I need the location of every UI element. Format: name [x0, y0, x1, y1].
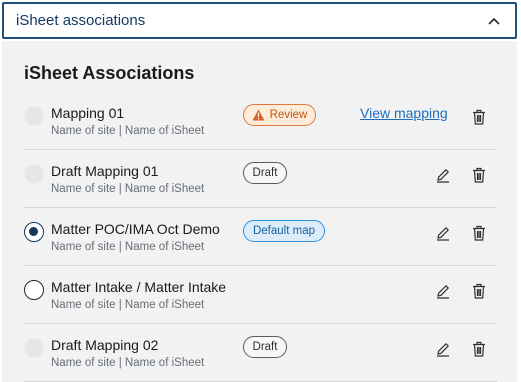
pencil-icon[interactable] — [434, 340, 452, 358]
row-subtitle: Name of site | Name of iSheet — [51, 183, 205, 195]
row-name: Draft Mapping 01 — [51, 163, 159, 179]
association-row: Matter POC/IMA Oct Demo Name of site | N… — [24, 208, 497, 266]
row-subtitle: Name of site | Name of iSheet — [51, 125, 205, 137]
row-name: Matter POC/IMA Oct Demo — [51, 221, 220, 237]
trash-icon[interactable] — [470, 340, 488, 358]
row-name: Draft Mapping 02 — [51, 337, 159, 353]
status-badge: Draft — [243, 162, 287, 184]
row-subtitle: Name of site | Name of iSheet — [51, 357, 205, 369]
row-radio[interactable] — [24, 106, 44, 126]
row-name: Mapping 01 — [51, 105, 125, 121]
row-radio[interactable] — [24, 338, 44, 358]
section-title: iSheet Associations — [24, 63, 195, 83]
badge-label: Draft — [252, 167, 278, 179]
accordion-panel: iSheet Associations Mapping 01 Name of s… — [2, 41, 517, 382]
chevron-up-icon[interactable] — [487, 14, 501, 28]
row-radio[interactable] — [24, 222, 44, 242]
pencil-icon[interactable] — [434, 224, 452, 242]
row-name: Matter Intake / Matter Intake — [51, 279, 227, 295]
association-row: Mapping 01 Name of site | Name of iSheet… — [24, 92, 497, 150]
association-row: Draft Mapping 01 Name of site | Name of … — [24, 150, 497, 208]
status-badge: Default map — [243, 220, 325, 242]
trash-icon[interactable] — [470, 166, 488, 184]
badge-label: Draft — [252, 341, 278, 353]
row-subtitle: Name of site | Name of iSheet — [51, 241, 205, 253]
row-radio[interactable] — [24, 164, 44, 184]
badge-label: Default map — [252, 225, 315, 237]
row-radio[interactable] — [24, 280, 44, 300]
pencil-icon[interactable] — [434, 166, 452, 184]
status-badge: Review — [243, 104, 316, 126]
trash-icon[interactable] — [470, 108, 488, 126]
accordion-header[interactable]: iSheet associations — [2, 2, 517, 39]
view-mapping-link[interactable]: View mapping — [360, 105, 448, 121]
status-badge: Draft — [243, 336, 287, 358]
association-row: Matter Intake / Matter Intake Name of si… — [24, 266, 497, 324]
warning-icon — [252, 109, 265, 121]
row-subtitle: Name of site | Name of iSheet — [51, 299, 205, 311]
badge-label: Review — [269, 109, 308, 121]
association-row: Draft Mapping 02 Name of site | Name of … — [24, 324, 497, 382]
pencil-icon[interactable] — [434, 282, 452, 300]
trash-icon[interactable] — [470, 282, 488, 300]
accordion-title: iSheet associations — [16, 12, 146, 29]
trash-icon[interactable] — [470, 224, 488, 242]
